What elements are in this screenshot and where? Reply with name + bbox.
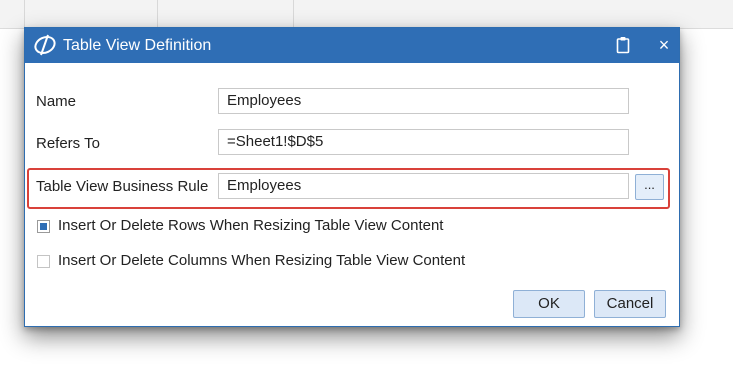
cancel-button[interactable]: Cancel: [594, 290, 666, 318]
app-logo-icon: [34, 34, 56, 56]
business-rule-label: Table View Business Rule: [36, 178, 209, 195]
insert-delete-columns-checkbox[interactable]: [37, 255, 50, 268]
name-field[interactable]: Employees: [218, 88, 629, 114]
close-icon[interactable]: ×: [655, 34, 673, 56]
clipboard-icon[interactable]: [616, 36, 630, 54]
grid-line: [293, 0, 294, 28]
ok-button[interactable]: OK: [513, 290, 585, 318]
dialog-titlebar: Table View Definition ×: [25, 28, 679, 63]
insert-delete-rows-checkbox[interactable]: [37, 220, 50, 233]
business-rule-field[interactable]: Employees: [218, 173, 629, 199]
insert-delete-rows-label: Insert Or Delete Rows When Resizing Tabl…: [58, 217, 444, 234]
spreadsheet-background: [0, 0, 733, 29]
dialog-title: Table View Definition: [63, 37, 212, 54]
table-view-definition-dialog: Table View Definition × Name Employees R…: [24, 27, 680, 327]
refers-to-field[interactable]: =Sheet1!$D$5: [218, 129, 629, 155]
grid-line: [24, 0, 25, 28]
name-label: Name: [36, 93, 77, 110]
grid-line: [157, 0, 158, 28]
refers-to-label: Refers To: [36, 135, 100, 152]
browse-button[interactable]: ...: [635, 174, 664, 200]
insert-delete-columns-label: Insert Or Delete Columns When Resizing T…: [58, 252, 466, 269]
